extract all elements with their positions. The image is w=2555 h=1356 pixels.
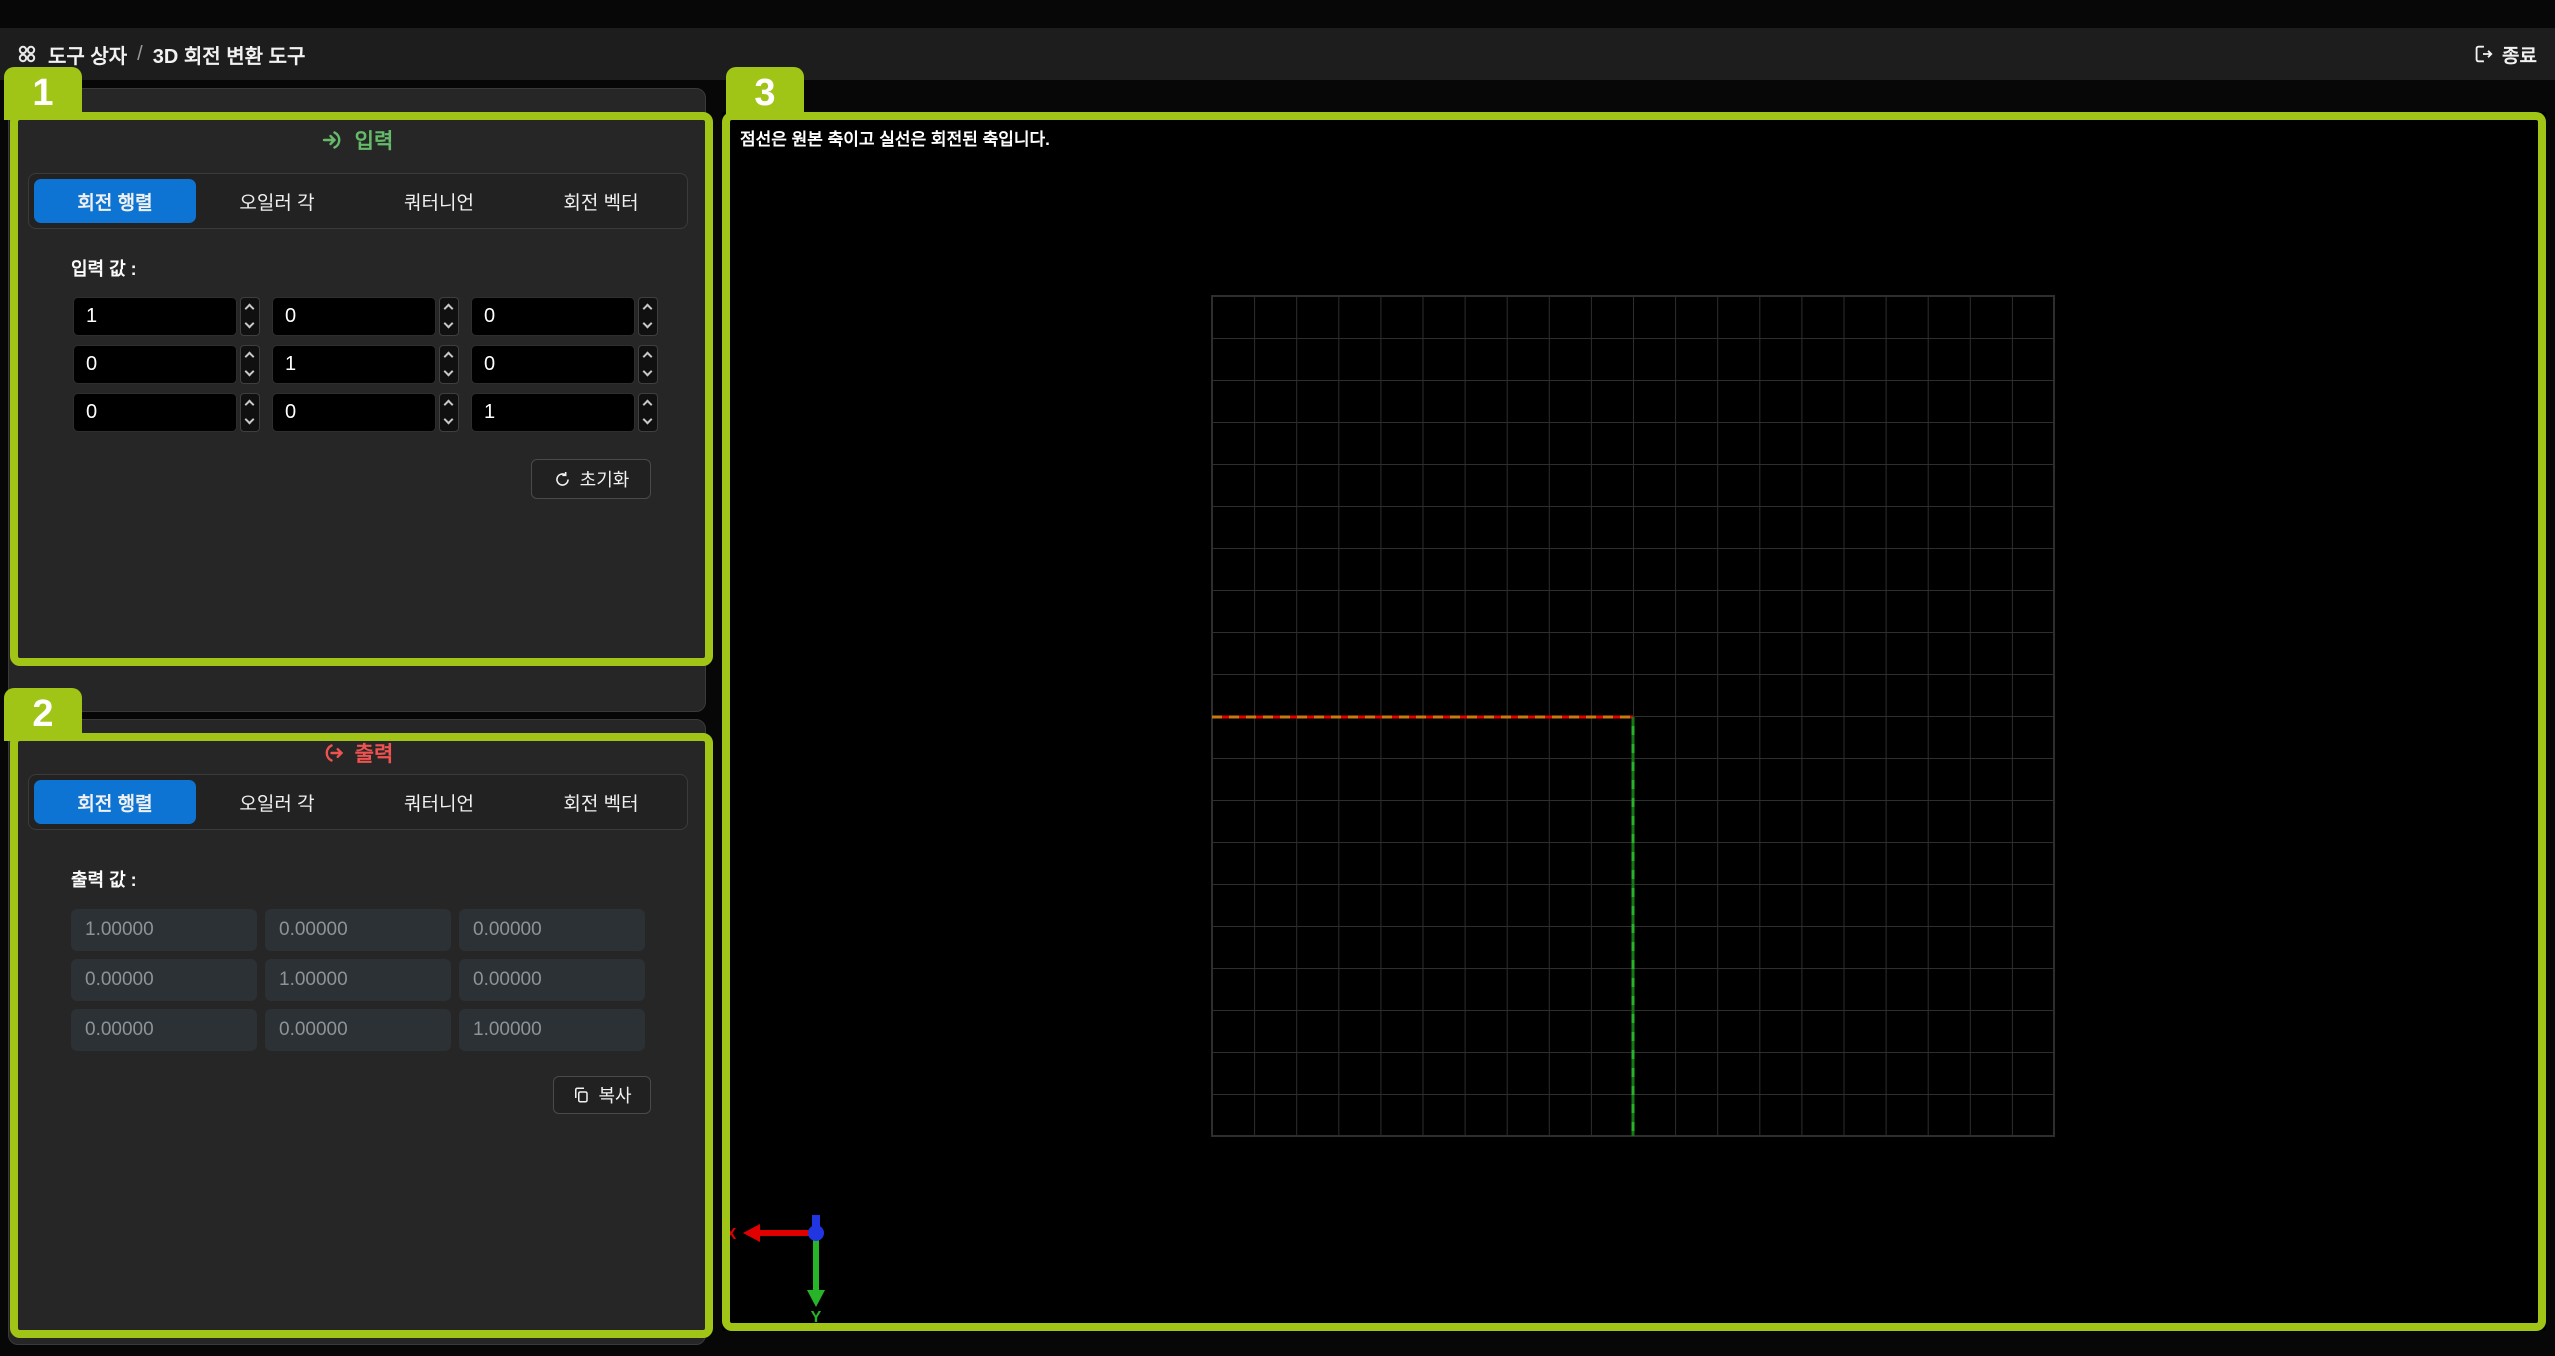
output-tab-rotation-matrix[interactable]: 회전 행렬 (34, 780, 196, 824)
refresh-icon (553, 470, 572, 489)
arrow-out-icon (321, 741, 345, 765)
matrix-input-00[interactable] (73, 297, 237, 336)
matrix-output-row: 1.00000 0.00000 0.00000 (71, 909, 645, 951)
output-tab-euler-angles[interactable]: 오일러 각 (196, 780, 358, 824)
matrix-output-12: 0.00000 (459, 959, 645, 1001)
gizmo-y-arrowhead (807, 1290, 825, 1307)
matrix-input-02[interactable] (471, 297, 635, 336)
input-tab-euler-angles[interactable]: 오일러 각 (196, 179, 358, 223)
input-tab-quaternion[interactable]: 쿼터니언 (358, 179, 520, 223)
matrix-input-12[interactable] (471, 345, 635, 384)
scene-canvas[interactable]: X Y (722, 112, 2546, 1331)
matrix-input-row (73, 345, 670, 384)
matrix-output-02: 0.00000 (459, 909, 645, 951)
breadcrumb-separator: / (137, 43, 143, 66)
logout-icon (2472, 43, 2494, 65)
spinner-02 (638, 297, 658, 336)
matrix-output-11: 1.00000 (265, 959, 451, 1001)
arrow-into-icon (321, 128, 345, 152)
app-header: 도구 상자 / 3D 회전 변환 도구 종료 (0, 28, 2555, 80)
spin-down-button[interactable] (241, 413, 259, 432)
output-tabbar: 회전 행렬 오일러 각 쿼터니언 회전 벡터 (28, 774, 688, 830)
viewport-3d[interactable]: 점선은 원본 축이고 실선은 회전된 축입니다. X Y (722, 112, 2546, 1331)
matrix-input-21[interactable] (272, 393, 436, 432)
input-title-label: 입력 (355, 125, 394, 155)
matrix-input-row (73, 393, 670, 432)
annotation-badge-2: 2 (4, 688, 82, 741)
matrix-output-22: 1.00000 (459, 1009, 645, 1051)
exit-button[interactable]: 종료 (2466, 28, 2543, 80)
matrix-input-01[interactable] (272, 297, 436, 336)
gizmo-x-arrowhead (743, 1224, 760, 1242)
gizmo-y-label: Y (811, 1309, 822, 1326)
spin-up-button[interactable] (440, 346, 458, 365)
matrix-output-20: 0.00000 (71, 1009, 257, 1051)
spin-down-button[interactable] (440, 365, 458, 384)
spin-up-button[interactable] (241, 346, 259, 365)
spinner-00 (240, 297, 260, 336)
output-section-title: 출력 (9, 738, 705, 768)
gizmo-x-label: X (726, 1226, 737, 1243)
reset-button[interactable]: 초기화 (531, 459, 651, 499)
spin-up-button[interactable] (639, 298, 657, 317)
matrix-output-01: 0.00000 (265, 909, 451, 951)
input-values-label: 입력 값 : (71, 255, 137, 281)
page-title: 3D 회전 변환 도구 (153, 40, 306, 69)
matrix-output-10: 0.00000 (71, 959, 257, 1001)
exit-label: 종료 (2502, 41, 2537, 68)
spin-down-button[interactable] (241, 365, 259, 384)
matrix-input-22[interactable] (471, 393, 635, 432)
matrix-input-10[interactable] (73, 345, 237, 384)
annotation-badge-3: 3 (726, 67, 804, 120)
breadcrumb-root[interactable]: 도구 상자 (48, 40, 127, 69)
spin-up-button[interactable] (639, 346, 657, 365)
output-tab-rotation-vector[interactable]: 회전 벡터 (520, 780, 682, 824)
output-values-label: 출력 값 : (71, 866, 137, 892)
spinner-21 (439, 393, 459, 432)
input-tab-rotation-matrix[interactable]: 회전 행렬 (34, 179, 196, 223)
annotation-badge-1: 1 (4, 67, 82, 120)
input-panel: 입력 회전 행렬 오일러 각 쿼터니언 회전 벡터 입력 값 : (8, 88, 706, 712)
spin-up-button[interactable] (440, 298, 458, 317)
gizmo-z-dot (808, 1225, 824, 1241)
axis-gizmo: X Y (726, 1215, 825, 1326)
input-section-title: 입력 (9, 125, 705, 155)
toolbox-icon (16, 43, 38, 65)
viewport-hint-text: 점선은 원본 축이고 실선은 회전된 축입니다. (740, 125, 1050, 150)
spin-up-button[interactable] (241, 394, 259, 413)
copy-icon (572, 1086, 590, 1104)
reset-label: 초기화 (580, 466, 630, 492)
spinner-01 (439, 297, 459, 336)
copy-button[interactable]: 복사 (553, 1076, 651, 1114)
spin-down-button[interactable] (241, 317, 259, 336)
spin-down-button[interactable] (440, 317, 458, 336)
matrix-output-row: 0.00000 1.00000 0.00000 (71, 959, 645, 1001)
output-title-label: 출력 (355, 738, 394, 768)
input-tab-rotation-vector[interactable]: 회전 벡터 (520, 179, 682, 223)
spin-down-button[interactable] (639, 365, 657, 384)
matrix-input-20[interactable] (73, 393, 237, 432)
spinner-11 (439, 345, 459, 384)
input-tabbar: 회전 행렬 오일러 각 쿼터니언 회전 벡터 (28, 173, 688, 229)
matrix-output-00: 1.00000 (71, 909, 257, 951)
spin-down-button[interactable] (639, 317, 657, 336)
matrix-input-11[interactable] (272, 345, 436, 384)
copy-label: 복사 (598, 1082, 631, 1108)
spinner-10 (240, 345, 260, 384)
output-panel: 출력 회전 행렬 오일러 각 쿼터니언 회전 벡터 출력 값 : 1.00000… (8, 719, 706, 1345)
spin-down-button[interactable] (440, 413, 458, 432)
matrix-input-row (73, 297, 670, 336)
spin-up-button[interactable] (241, 298, 259, 317)
matrix-output-row: 0.00000 0.00000 1.00000 (71, 1009, 645, 1051)
output-tab-quaternion[interactable]: 쿼터니언 (358, 780, 520, 824)
spinner-12 (638, 345, 658, 384)
spinner-20 (240, 393, 260, 432)
spin-up-button[interactable] (440, 394, 458, 413)
spin-down-button[interactable] (639, 413, 657, 432)
spin-up-button[interactable] (639, 394, 657, 413)
spinner-22 (638, 393, 658, 432)
matrix-output-21: 0.00000 (265, 1009, 451, 1051)
